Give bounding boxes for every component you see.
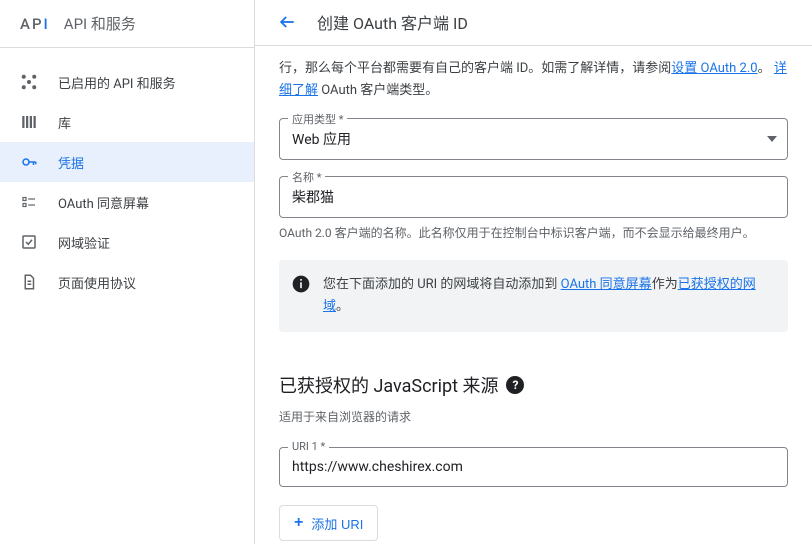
add-uri-label: 添加 URI (311, 514, 363, 533)
check-square-icon (20, 233, 58, 251)
add-uri-button[interactable]: + 添加 URI (279, 505, 378, 541)
app-type-value: Web 应用 (292, 129, 775, 149)
help-icon[interactable]: ? (506, 376, 524, 394)
info-box: 您在下面添加的 URI 的网域将自动添加到 OAuth 同意屏幕作为已获授权的网… (279, 260, 788, 332)
info-text: 。 (336, 299, 349, 314)
sidebar-item-label: 网域验证 (58, 233, 110, 252)
info-text: 您在下面添加的 URI 的网域将自动添加到 (323, 277, 561, 292)
back-button[interactable] (267, 2, 307, 42)
js-origins-header: 已获授权的 JavaScript 来源 ? (279, 372, 788, 398)
diamond-icon (20, 73, 58, 91)
chevron-down-icon (767, 136, 777, 142)
sidebar-nav: 已启用的 API 和服务 库 凭据 OAuth 同意屏幕 (0, 48, 254, 302)
name-field: 名称 * 柴郡猫 OAuth 2.0 客户端的名称。此名称仅用于在控制台中标识客… (279, 176, 788, 242)
info-icon (291, 274, 311, 294)
sidebar-header: API API 和服务 (0, 0, 254, 48)
name-label: 名称 * (288, 169, 325, 185)
intro-text: OAuth 客户端类型。 (318, 83, 438, 98)
sidebar-item-label: 库 (58, 113, 71, 132)
intro-text: 。 (758, 61, 774, 76)
sidebar-item-domain-verify[interactable]: 网域验证 (0, 222, 254, 262)
plus-icon: + (294, 514, 303, 532)
intro-text: 行，那么每个平台都需要有自己的客户端 ID。如需了解详情，请参阅 (279, 61, 671, 76)
sidebar-item-label: 凭据 (58, 153, 84, 172)
js-origins-subtitle: 适用于来自浏览器的请求 (279, 408, 788, 425)
page-title: 创建 OAuth 客户端 ID (317, 10, 468, 34)
arrow-left-icon (277, 12, 297, 32)
app-type-select[interactable]: 应用类型 * Web 应用 (279, 118, 788, 160)
sidebar-item-enabled-apis[interactable]: 已启用的 API 和服务 (0, 62, 254, 102)
info-text: 作为 (652, 277, 678, 292)
setup-oauth-link[interactable]: 设置 OAuth 2.0 (671, 61, 757, 76)
consent-screen-link[interactable]: OAuth 同意屏幕 (561, 277, 652, 292)
product-title: API 和服务 (64, 13, 136, 34)
sidebar-item-label: 页面使用协议 (58, 273, 136, 292)
sidebar-item-label: OAuth 同意屏幕 (58, 193, 149, 212)
name-value: 柴郡猫 (292, 187, 775, 207)
sidebar-item-page-usage[interactable]: 页面使用协议 (0, 262, 254, 302)
app-type-label: 应用类型 * (288, 111, 347, 127)
uri-input[interactable]: URI 1 * https://www.cheshirex.com (279, 447, 788, 487)
intro-paragraph: 行，那么每个平台都需要有自己的客户端 ID。如需了解详情，请参阅设置 OAuth… (279, 58, 788, 102)
content: 行，那么每个平台都需要有自己的客户端 ID。如需了解详情，请参阅设置 OAuth… (255, 46, 812, 544)
uri-field: URI 1 * https://www.cheshirex.com (279, 447, 788, 487)
consent-icon (20, 193, 58, 211)
main-header: 创建 OAuth 客户端 ID (255, 0, 812, 46)
key-icon (20, 153, 58, 171)
sidebar-item-library[interactable]: 库 (0, 102, 254, 142)
logo: API (20, 15, 50, 33)
name-helper: OAuth 2.0 客户端的名称。此名称仅用于在控制台中标识客户端，而不会显示给… (279, 224, 788, 242)
js-origins-title: 已获授权的 JavaScript 来源 (279, 372, 498, 398)
app-type-field: 应用类型 * Web 应用 (279, 118, 788, 160)
sidebar-item-consent[interactable]: OAuth 同意屏幕 (0, 182, 254, 222)
main: 创建 OAuth 客户端 ID 行，那么每个平台都需要有自己的客户端 ID。如需… (255, 0, 812, 544)
name-input[interactable]: 名称 * 柴郡猫 (279, 176, 788, 218)
uri-label: URI 1 * (288, 440, 329, 453)
library-icon (20, 113, 58, 131)
uri-value: https://www.cheshirex.com (292, 458, 775, 476)
sidebar: API API 和服务 已启用的 API 和服务 库 凭据 (0, 0, 255, 544)
sidebar-item-label: 已启用的 API 和服务 (58, 73, 176, 92)
document-icon (20, 273, 58, 291)
sidebar-item-credentials[interactable]: 凭据 (0, 142, 254, 182)
